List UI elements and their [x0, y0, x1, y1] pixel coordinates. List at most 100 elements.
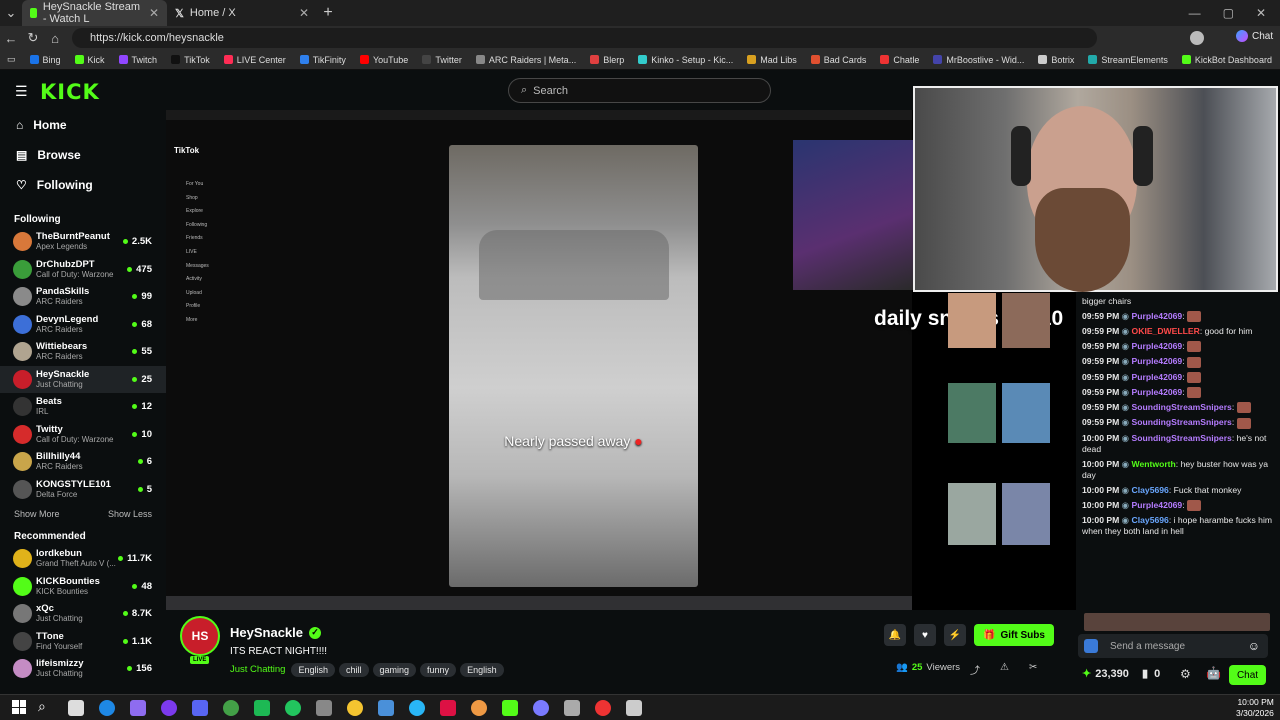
edge-icon[interactable]: [99, 700, 115, 716]
chrome-icon[interactable]: [130, 700, 146, 716]
app-icon[interactable]: [378, 700, 394, 716]
task-view-icon[interactable]: [68, 700, 84, 716]
sidebar-channel-theburntpeanut[interactable]: TheBurntPeanut Apex Legends 2.5K: [0, 228, 166, 256]
category-link[interactable]: Just Chatting: [230, 664, 285, 675]
bookmark-item[interactable]: StreamElements: [1081, 55, 1175, 65]
back-icon[interactable]: ←: [0, 31, 22, 46]
new-tab-button[interactable]: +: [317, 4, 339, 22]
bookmark-item[interactable]: Blerp: [583, 55, 631, 65]
bookmark-item[interactable]: LIVE Center: [217, 55, 293, 65]
chat-username[interactable]: Purple42069: [1132, 311, 1183, 321]
app-icon[interactable]: [285, 700, 301, 716]
chat-username[interactable]: Clay5696: [1132, 485, 1169, 495]
show-less-button[interactable]: Show Less: [108, 509, 152, 519]
bookmark-item[interactable]: Kinko - Setup - Kic...: [631, 55, 740, 65]
store-icon[interactable]: [223, 700, 239, 716]
sidebar-channel-ttone[interactable]: TTone Find Yourself 1.1K: [0, 628, 166, 656]
bookmark-item[interactable]: TikFinity: [293, 55, 353, 65]
follow-heart-icon[interactable]: ♥: [914, 624, 936, 646]
bookmark-item[interactable]: Bad Cards: [804, 55, 874, 65]
nav-following[interactable]: ♡ Following: [0, 170, 166, 200]
app-icon[interactable]: [595, 700, 611, 716]
chat-username[interactable]: SoundingStreamSnipers: [1132, 417, 1232, 427]
bookmarks-menu-icon[interactable]: ▭: [0, 54, 23, 65]
sidebar-channel-heysnackle[interactable]: HeySnackle Just Chatting 25: [0, 365, 166, 393]
bookmark-item[interactable]: Mad Libs: [740, 55, 804, 65]
report-icon[interactable]: ⚠: [1000, 662, 1009, 677]
close-window-icon[interactable]: ✕: [1256, 6, 1266, 20]
share-icon[interactable]: ⤴: [970, 662, 980, 677]
boost-icon[interactable]: ⚡: [944, 624, 966, 646]
discord-icon[interactable]: [192, 700, 208, 716]
tag-chip[interactable]: gaming: [372, 663, 417, 677]
tag-chip[interactable]: English: [291, 663, 335, 677]
start-icon[interactable]: [12, 700, 26, 714]
sidebar-channel-pandaskills[interactable]: PandaSkills ARC Raiders 99: [0, 283, 166, 311]
sidebar-channel-billhilly44[interactable]: Billhilly44 ARC Raiders 6: [0, 448, 166, 476]
bookmark-item[interactable]: TikTok: [164, 55, 217, 65]
settings-icon[interactable]: ⚙: [1180, 667, 1191, 681]
reload-icon[interactable]: ↻: [22, 30, 44, 46]
bookmark-item[interactable]: Botrix: [1031, 55, 1081, 65]
app-icon[interactable]: [440, 700, 456, 716]
home-icon[interactable]: ⌂: [44, 31, 66, 46]
clock[interactable]: 10:00 PM 3/30/2026: [1236, 697, 1274, 719]
maximize-icon[interactable]: ▢: [1223, 6, 1234, 20]
close-icon[interactable]: ✕: [149, 6, 159, 20]
channel-avatar[interactable]: HS: [180, 616, 220, 656]
search-icon[interactable]: ⌕: [38, 698, 46, 715]
sidebar-channel-kickbounties[interactable]: KICKBounties KICK Bounties 48: [0, 573, 166, 601]
bookmark-item[interactable]: KickBot Dashboard: [1175, 55, 1279, 65]
sidebar-channel-devynlegend[interactable]: DevynLegend ARC Raiders 68: [0, 311, 166, 339]
chat-username[interactable]: SoundingStreamSnipers: [1132, 402, 1232, 412]
close-icon[interactable]: ✕: [299, 6, 309, 20]
bits-count[interactable]: ▮ 0: [1142, 667, 1160, 681]
kick-emote-icon[interactable]: [1084, 639, 1098, 653]
kick-logo[interactable]: KICK: [40, 80, 100, 104]
tag-chip[interactable]: chill: [338, 663, 369, 677]
app-icon[interactable]: [502, 700, 518, 716]
clip-icon[interactable]: ✂: [1029, 662, 1037, 677]
show-more-button[interactable]: Show More: [14, 509, 60, 519]
nav-browse[interactable]: ▤ Browse: [0, 140, 166, 170]
tab-list-icon[interactable]: ⌄: [0, 5, 22, 21]
bookmark-item[interactable]: MrBoostlive - Wid...: [926, 55, 1031, 65]
search-input[interactable]: ⌕ Search: [508, 78, 771, 103]
chat-username[interactable]: Wentworth: [1132, 459, 1176, 469]
menu-icon[interactable]: ☰: [15, 83, 28, 100]
tab-kick[interactable]: HeySnackle Stream - Watch L ✕: [22, 0, 167, 26]
channel-points[interactable]: ✦ 23,390: [1082, 667, 1129, 681]
notifications-icon[interactable]: 🔔: [884, 624, 906, 646]
sidebar-channel-wittiebears[interactable]: Wittiebears ARC Raiders 55: [0, 338, 166, 366]
sidebar-channel-beats[interactable]: Beats IRL 12: [0, 393, 166, 421]
app-icon[interactable]: [564, 700, 580, 716]
chat-username[interactable]: Purple42069: [1132, 356, 1183, 366]
tab-x[interactable]: 𝕏 Home / X ✕: [167, 0, 317, 26]
chat-username[interactable]: OKIE_DWELLER: [1132, 326, 1200, 336]
avatar[interactable]: [1190, 31, 1204, 45]
chat-username[interactable]: Clay5696: [1132, 515, 1169, 525]
settings-icon[interactable]: [626, 700, 642, 716]
bookmark-item[interactable]: Twitter: [415, 55, 469, 65]
files-icon[interactable]: [347, 700, 363, 716]
app-icon[interactable]: [409, 700, 425, 716]
obs-icon[interactable]: [316, 700, 332, 716]
tag-chip[interactable]: English: [460, 663, 504, 677]
nav-home[interactable]: ⌂ Home: [0, 110, 166, 140]
bot-icon[interactable]: 🤖: [1206, 666, 1221, 680]
bookmark-item[interactable]: YouTube: [353, 55, 415, 65]
bookmark-item[interactable]: Chatle: [873, 55, 926, 65]
bookmark-item[interactable]: ARC Raiders | Meta...: [469, 55, 583, 65]
sidebar-channel-lordkebun[interactable]: lordkebun Grand Theft Auto V (... 11.7K: [0, 545, 166, 573]
spotify-icon[interactable]: [254, 700, 270, 716]
app-icon[interactable]: [471, 700, 487, 716]
url-field[interactable]: https://kick.com/heysnackle: [72, 28, 1097, 48]
chat-username[interactable]: SoundingStreamSnipers: [1132, 433, 1232, 443]
chat-username[interactable]: Purple42069: [1132, 341, 1183, 351]
chat-username[interactable]: Purple42069: [1132, 387, 1183, 397]
chat-input[interactable]: Send a message ☺: [1078, 634, 1268, 658]
bookmark-item[interactable]: Kick: [68, 55, 112, 65]
copilot-button[interactable]: Chat: [1236, 30, 1273, 42]
app-icon[interactable]: [161, 700, 177, 716]
bookmark-item[interactable]: Bing: [23, 55, 68, 65]
